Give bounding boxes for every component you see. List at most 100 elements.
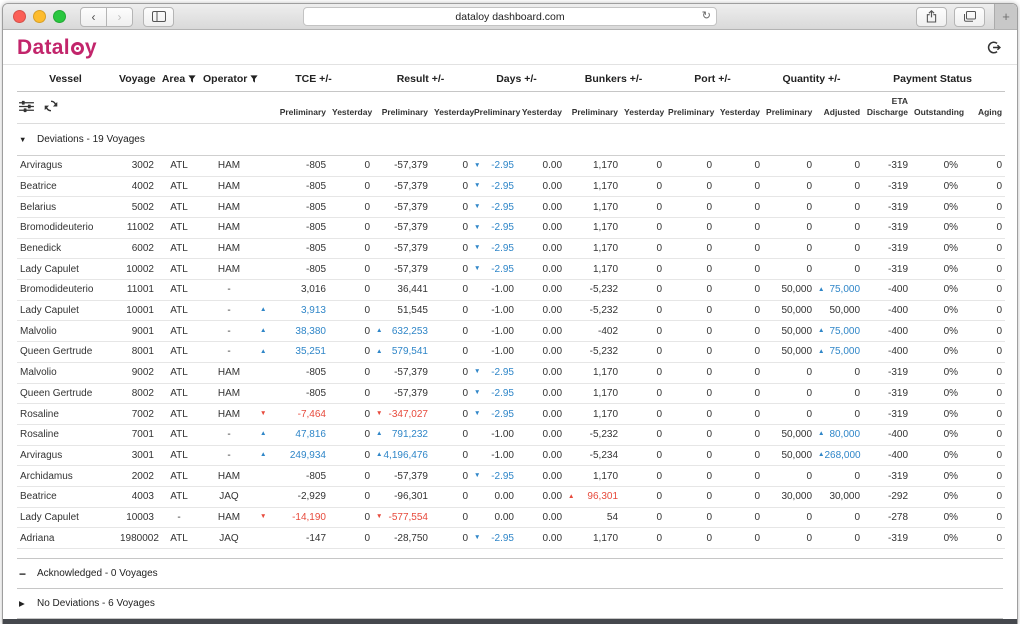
column-group-voyage[interactable]: Voyage [117,65,157,92]
cell-bunkers-preliminary: 1,170 [565,528,621,549]
traffic-light-close[interactable] [13,10,26,23]
column-group-quantity[interactable]: Quantity +/- [763,65,863,92]
cell-value: -2.95 [491,160,514,171]
column-sub-preliminary[interactable]: Preliminary [373,92,431,124]
column-sub-eta-discharge[interactable]: ETA Discharge [863,92,911,124]
cell-outstanding: 0% [911,362,961,383]
table-row[interactable]: Bromodideuterio11002ATLHAM-8050-57,3790▼… [17,218,1005,239]
cell-value: 0% [944,471,958,482]
table-row[interactable]: Malvolio9001ATL-▲38,3800▲632,2530-1.000.… [17,321,1005,342]
cell-result-yesterday: 0 [431,176,471,197]
cell-value: 0 [656,367,662,378]
table-row[interactable]: Bromodideuterio11001ATL-3,016036,4410-1.… [17,280,1005,301]
cell-value: 50,000 [781,450,812,461]
cell-value: -7,464 [298,409,326,420]
new-tab-button[interactable]: + [994,4,1017,29]
column-sub-yesterday[interactable]: Yesterday [329,92,373,124]
cell-port-yesterday: 0 [715,404,763,425]
column-sub-preliminary[interactable]: Preliminary [257,92,329,124]
cell-vessel: Arviragus [17,155,117,176]
table-row[interactable]: Beatrice4003ATLJAQ-2,9290-96,30100.000.0… [17,486,1005,507]
cell-value: -57,379 [394,160,428,171]
traffic-light-minimize[interactable] [33,10,46,23]
down-arrow-icon: ▼ [376,411,382,418]
reload-icon[interactable]: ↻ [702,9,711,22]
column-label: Operator [203,73,247,85]
column-group-port[interactable]: Port +/- [665,65,763,92]
table-row[interactable]: Queen Gertrude8001ATL-▲35,2510▲579,5410-… [17,342,1005,363]
address-bar[interactable]: dataloy dashboard.com ↻ [303,7,717,26]
cell-tce-yesterday: 0 [329,424,373,445]
table-row[interactable]: Lady Capulet10001ATL-▲3,913051,5450-1.00… [17,300,1005,321]
cell-vessel: Beatrice [17,486,117,507]
cell-value: 0 [462,160,468,171]
table-row[interactable]: Arviragus3001ATL-▲249,9340▲4,196,4760-1.… [17,445,1005,466]
share-button[interactable] [916,7,947,27]
cell-days-yesterday: 0.00 [517,486,565,507]
table-row[interactable]: Arviragus3002ATLHAM-8050-57,3790▼-2.950.… [17,155,1005,176]
cell-tce-preliminary: ▲47,816 [257,424,329,445]
column-group-result[interactable]: Result +/- [373,65,471,92]
cell-value: 0% [944,491,958,502]
cell-bunkers-yesterday: 0 [621,528,665,549]
column-sub-preliminary[interactable]: Preliminary [763,92,815,124]
cell-quantity-adjusted: 0 [815,176,863,197]
forward-button[interactable]: › [106,7,133,27]
table-row[interactable]: Adriana1980002ATLJAQ-1470-28,7500▼-2.950… [17,528,1005,549]
table-row[interactable]: Malvolio9002ATLHAM-8050-57,3790▼-2.950.0… [17,362,1005,383]
column-sub-outstanding[interactable]: Outstanding [911,92,961,124]
column-group-days[interactable]: Days +/- [471,65,565,92]
cell-bunkers-preliminary: 1,170 [565,218,621,239]
column-group-payment-status[interactable]: Payment Status [863,65,1005,92]
cell-value: 0% [944,222,958,233]
column-group-tce[interactable]: TCE +/- [257,65,373,92]
column-sub-preliminary[interactable]: Preliminary [471,92,517,124]
cell-tce-yesterday: 0 [329,362,373,383]
table-row[interactable]: Queen Gertrude8002ATLHAM-8050-57,3790▼-2… [17,383,1005,404]
column-sub-adjusted[interactable]: Adjusted [815,92,863,124]
column-sub-preliminary[interactable]: Preliminary [665,92,715,124]
traffic-light-zoom[interactable] [53,10,66,23]
section-header-no-deviations-6-voyages[interactable]: ▶No Deviations - 6 Voyages [17,589,1003,619]
table-row[interactable]: Lady Capulet10002ATLHAM-8050-57,3790▼-2.… [17,259,1005,280]
column-settings-button[interactable] [19,100,34,113]
tab-overview-button[interactable] [954,7,985,27]
section-header-acknowledged-0-voyages[interactable]: −Acknowledged - 0 Voyages [17,559,1003,589]
cell-value: -147 [306,533,326,544]
up-arrow-icon: ▲ [376,431,382,438]
refresh-button[interactable] [44,99,58,113]
table-row[interactable]: Rosaline7001ATL-▲47,8160▲791,2320-1.000.… [17,424,1005,445]
column-sub-yesterday[interactable]: Yesterday [517,92,565,124]
back-button[interactable]: ‹ [80,7,107,27]
cell-port-yesterday: 0 [715,424,763,445]
sign-out-button[interactable] [986,40,1001,55]
column-group-vessel[interactable]: Vessel [17,65,117,92]
cell-port-preliminary: 0 [665,466,715,487]
column-group-area[interactable]: Area [157,65,201,92]
table-row[interactable]: Benedick6002ATLHAM-8050-57,3790▼-2.950.0… [17,238,1005,259]
table-row[interactable]: Archidamus2002ATLHAM-8050-57,3790▼-2.950… [17,466,1005,487]
cell-port-preliminary: 0 [665,362,715,383]
url-text: dataloy dashboard.com [455,11,564,23]
column-sub-preliminary[interactable]: Preliminary [565,92,621,124]
cell-bunkers-yesterday: 0 [621,507,665,528]
column-sub-yesterday[interactable]: Yesterday [715,92,763,124]
sidebar-toggle-button[interactable] [143,7,174,27]
filter-icon[interactable] [188,75,196,83]
column-sub-yesterday[interactable]: Yesterday [621,92,665,124]
filter-icon[interactable] [250,75,258,83]
column-group-bunkers[interactable]: Bunkers +/- [565,65,665,92]
table-row[interactable]: Rosaline7002ATLHAM▼-7,4640▼-347,0270▼-2.… [17,404,1005,425]
cell-value: 75,000 [829,326,860,337]
cell-value: 0.00 [543,305,562,316]
table-row[interactable]: Beatrice4002ATLHAM-8050-57,3790▼-2.950.0… [17,176,1005,197]
column-group-operator[interactable]: Operator [201,65,257,92]
cell-outstanding: 0% [911,321,961,342]
column-sub-aging[interactable]: Aging [961,92,1005,124]
table-row[interactable]: Belarius5002ATLHAM-8050-57,3790▼-2.950.0… [17,197,1005,218]
column-sub-yesterday[interactable]: Yesterday [431,92,471,124]
table-row[interactable]: Lady Capulet10003-HAM▼-14,1900▼-577,5540… [17,507,1005,528]
cell-value: 0 [462,450,468,461]
section-header-deviations-19-voyages[interactable]: ▼Deviations - 19 Voyages [17,124,1005,156]
cell-value: -319 [888,222,908,233]
